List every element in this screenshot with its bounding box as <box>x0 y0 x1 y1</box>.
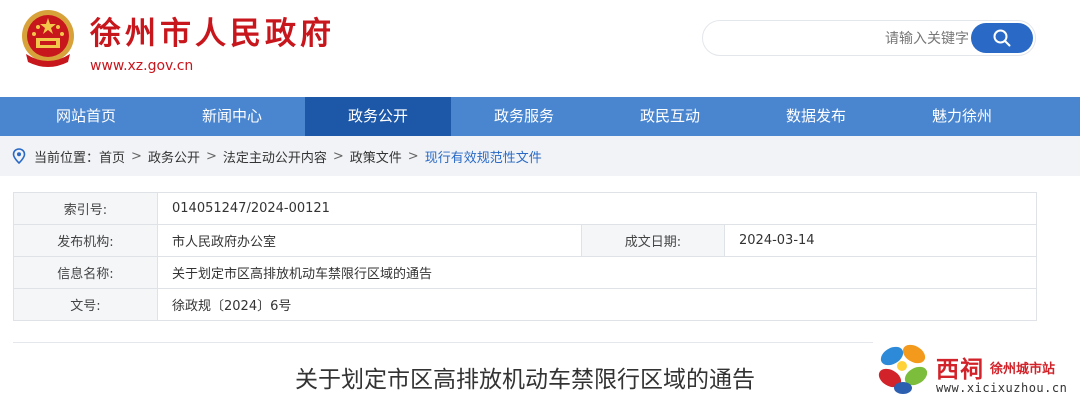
nav-item-interaction[interactable]: 政民互动 <box>597 97 743 136</box>
doc-number-label: 文号: <box>13 288 158 321</box>
table-row: 信息名称: 关于划定市区高排放机动车禁限行区域的通告 <box>13 256 1037 289</box>
breadcrumb-statutory[interactable]: 法定主动公开内容 <box>223 147 327 166</box>
table-row: 发布机构: 市人民政府办公室 成文日期: 2024-03-14 <box>13 224 1037 257</box>
watermark-url: www.xicixuzhou.cn <box>936 381 1068 395</box>
breadcrumb-separator: > <box>407 148 419 164</box>
breadcrumb-separator: > <box>332 148 344 164</box>
nav-item-services[interactable]: 政务服务 <box>451 97 597 136</box>
watermark-brand: 西祠 <box>936 357 984 383</box>
breadcrumb-separator: > <box>205 148 217 164</box>
nav-item-news[interactable]: 新闻中心 <box>159 97 305 136</box>
info-name-value: 关于划定市区高排放机动车禁限行区域的通告 <box>157 256 1037 289</box>
publisher-value: 市人民政府办公室 <box>157 224 582 257</box>
nav-item-data[interactable]: 数据发布 <box>743 97 889 136</box>
doc-number-value: 徐政规〔2024〕6号 <box>157 288 1037 321</box>
breadcrumb-current[interactable]: 现行有效规范性文件 <box>425 147 542 166</box>
document-info-table: 索引号: 014051247/2024-00121 发布机构: 市人民政府办公室… <box>13 192 1037 321</box>
breadcrumb: 当前位置： 首页 > 政务公开 > 法定主动公开内容 > 政策文件 > 现行有效… <box>0 136 1080 176</box>
watermark-subtitle: 徐州城市站 <box>990 362 1056 377</box>
breadcrumb-prefix: 当前位置： <box>34 150 100 166</box>
site-url[interactable]: www.xz.gov.cn <box>90 57 193 75</box>
breadcrumb-separator: > <box>131 148 142 164</box>
xici-watermark: 西祠 徐州城市站 www.xicixuzhou.cn <box>870 332 1080 400</box>
index-value: 014051247/2024-00121 <box>157 192 1037 225</box>
breadcrumb-gov-affairs[interactable]: 政务公开 <box>148 147 200 166</box>
search-input[interactable] <box>717 25 971 53</box>
nav-item-charm[interactable]: 魅力徐州 <box>889 97 1035 136</box>
table-row: 文号: 徐政规〔2024〕6号 <box>13 288 1037 321</box>
pinwheel-logo-icon <box>878 344 928 394</box>
breadcrumb-policy-docs[interactable]: 政策文件 <box>350 147 402 166</box>
main-nav: 网站首页 新闻中心 政务公开 政务服务 政民互动 数据发布 魅力徐州 <box>0 97 1080 136</box>
site-header: 徐州市人民政府 www.xz.gov.cn <box>0 0 1080 97</box>
site-title[interactable]: 徐州市人民政府 <box>90 14 335 54</box>
nav-item-home[interactable]: 网站首页 <box>13 97 159 136</box>
search-box <box>702 20 1036 56</box>
date-label: 成文日期: <box>581 224 725 257</box>
table-row: 索引号: 014051247/2024-00121 <box>13 192 1037 225</box>
national-emblem-icon <box>22 10 74 67</box>
breadcrumb-home[interactable]: 首页 <box>99 147 125 166</box>
info-name-label: 信息名称: <box>13 256 158 289</box>
index-label: 索引号: <box>13 192 158 225</box>
search-icon <box>993 29 1011 47</box>
location-pin-icon <box>12 148 26 164</box>
nav-item-gov-affairs[interactable]: 政务公开 <box>305 97 451 136</box>
divider <box>13 342 873 343</box>
search-button[interactable] <box>971 23 1033 53</box>
publisher-label: 发布机构: <box>13 224 158 257</box>
date-value: 2024-03-14 <box>724 224 1037 257</box>
